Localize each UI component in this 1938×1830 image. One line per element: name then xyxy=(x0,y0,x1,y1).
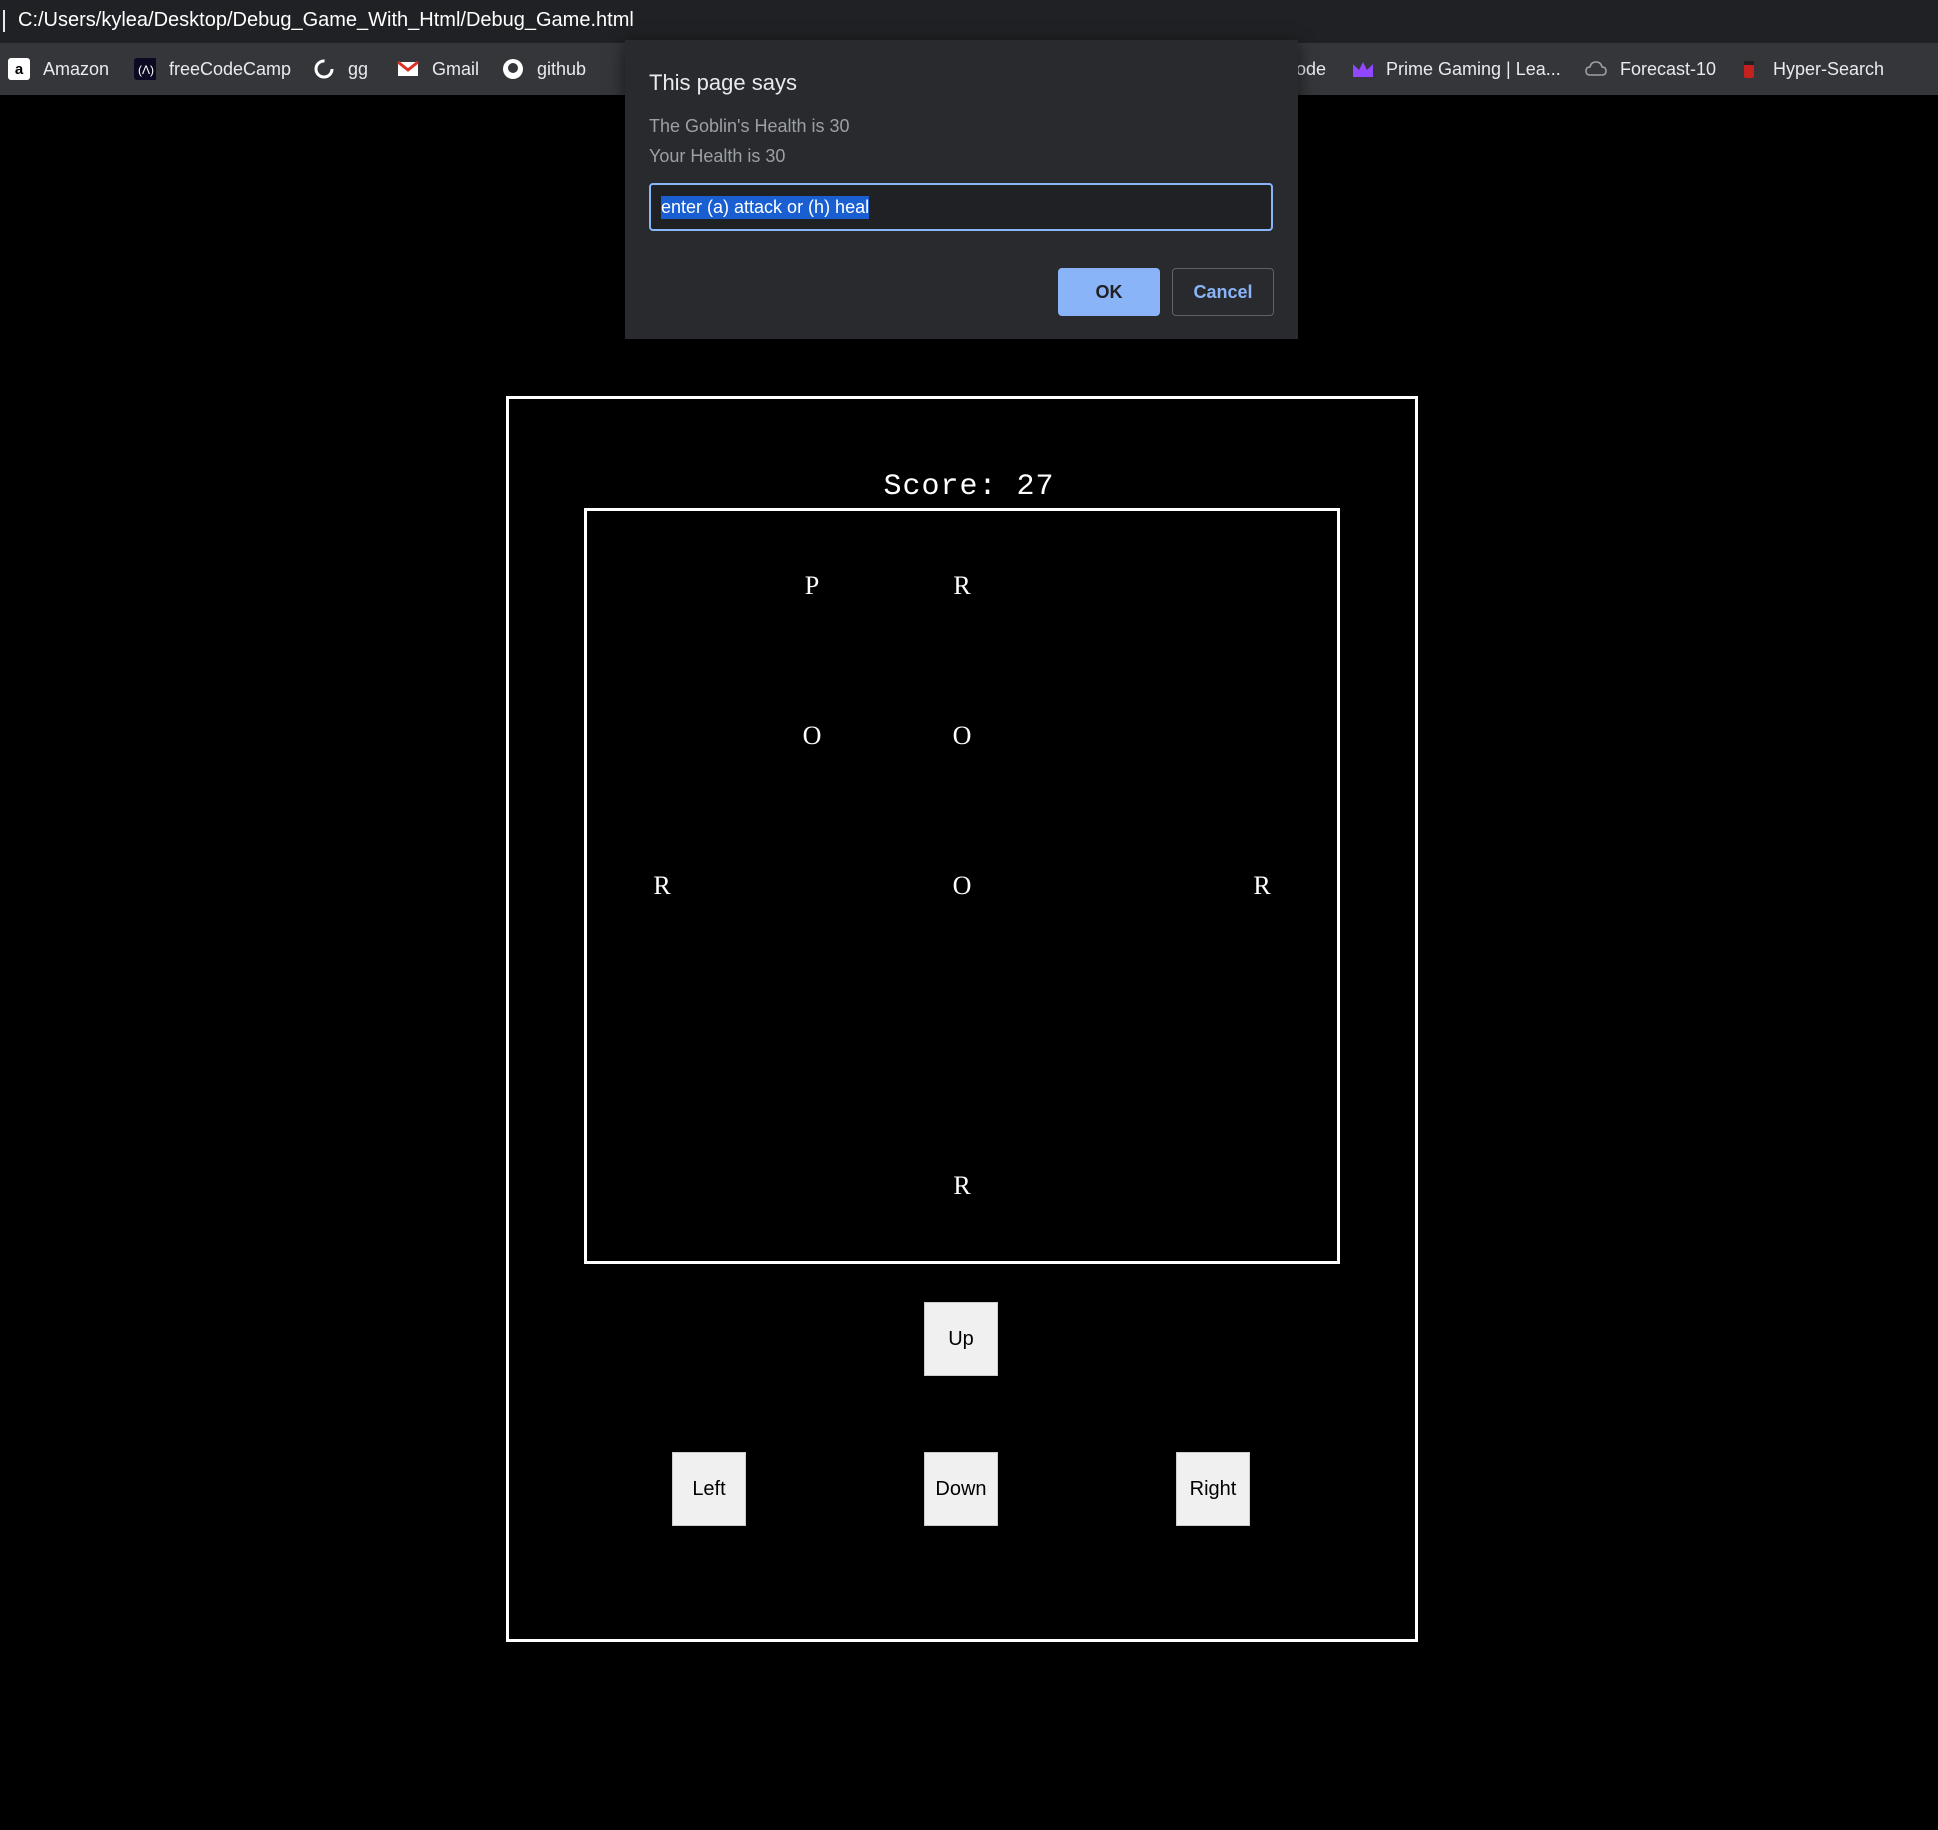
bookmark-label: gg xyxy=(348,58,369,79)
ok-button[interactable]: OK xyxy=(1058,268,1160,316)
prime-gaming-icon xyxy=(1351,58,1373,80)
grid-cell-o: O xyxy=(952,721,972,750)
cancel-button[interactable]: Cancel xyxy=(1172,268,1274,316)
grid-cell-r: R xyxy=(953,1171,971,1200)
bookmark-partial[interactable]: ode xyxy=(1296,43,1326,95)
down-button[interactable]: Down xyxy=(924,1452,998,1526)
grid-cell-p: P xyxy=(804,571,820,600)
amazon-icon: a xyxy=(8,58,30,80)
url-text[interactable]: C:/Users/kylea/Desktop/Debug_Game_With_H… xyxy=(18,9,634,32)
gg-icon xyxy=(313,58,335,80)
bookmark-prime-gaming[interactable]: Prime Gaming | Lea... xyxy=(1351,43,1561,95)
freecodecamp-icon: (Λ) xyxy=(134,58,156,80)
svg-text:(Λ): (Λ) xyxy=(138,63,154,77)
bookmark-label: Hyper-Search xyxy=(1773,58,1885,79)
prompt-dialog: This page says The Goblin's Health is 30… xyxy=(625,40,1298,339)
grid-cell-o: O xyxy=(952,871,972,900)
address-bar[interactable]: C:/Users/kylea/Desktop/Debug_Game_With_H… xyxy=(0,0,1938,43)
goblin-health-text: The Goblin's Health is 30 xyxy=(649,116,850,136)
gmail-icon xyxy=(397,58,419,80)
right-button[interactable]: Right xyxy=(1176,1452,1250,1526)
bookmark-label: Forecast-10 xyxy=(1620,58,1717,79)
bookmark-gg[interactable]: gg xyxy=(313,43,368,95)
up-button[interactable]: Up xyxy=(924,1302,998,1376)
game-board: P R O O R O R R xyxy=(584,508,1340,1264)
bookmark-freecodecamp[interactable]: (Λ) freeCodeCamp xyxy=(134,43,291,95)
bookmark-label: github xyxy=(537,58,587,79)
svg-text:a: a xyxy=(15,61,24,78)
grid-cell-r: R xyxy=(1253,871,1271,900)
github-icon xyxy=(502,58,524,80)
grid-cell-r: R xyxy=(653,871,671,900)
player-health-text: Your Health is 30 xyxy=(649,146,786,166)
bookmark-label: Gmail xyxy=(432,58,480,79)
cloud-icon xyxy=(1585,58,1607,80)
score-display: Score: 27 xyxy=(883,470,1055,504)
dialog-title: This page says xyxy=(649,70,797,95)
left-button[interactable]: Left xyxy=(672,1452,746,1526)
bookmark-hyper-search[interactable]: Hyper-Search xyxy=(1738,43,1884,95)
bookmark-label: freeCodeCamp xyxy=(169,58,292,79)
grid-cell-o: O xyxy=(802,721,822,750)
bookmark-amazon[interactable]: a Amazon xyxy=(8,43,109,95)
text-caret xyxy=(3,10,5,32)
grid-cell-r: R xyxy=(953,571,971,600)
bookmark-gmail[interactable]: Gmail xyxy=(397,43,479,95)
bookmark-label: Prime Gaming | Lea... xyxy=(1386,58,1561,79)
bookmark-forecast[interactable]: Forecast-10 xyxy=(1585,43,1716,95)
prompt-input-value: enter (a) attack or (h) heal xyxy=(661,195,870,219)
hyper-search-icon xyxy=(1738,58,1760,80)
bookmark-label: Amazon xyxy=(43,58,110,79)
bookmark-label: ode xyxy=(1296,58,1327,79)
bookmark-github[interactable]: github xyxy=(502,43,586,95)
prompt-input[interactable]: enter (a) attack or (h) heal xyxy=(649,183,1273,231)
